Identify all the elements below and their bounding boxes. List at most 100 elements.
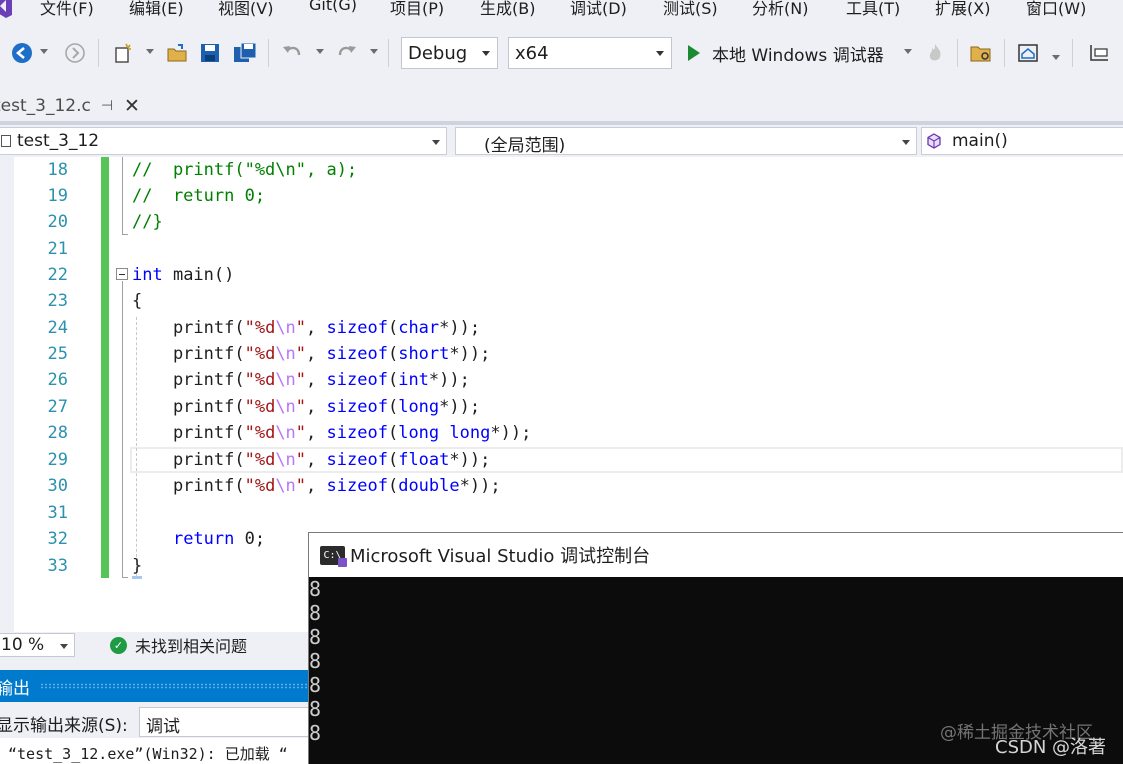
menu-edit[interactable]: 编辑(E): [129, 0, 184, 19]
line-number: 31: [47, 503, 68, 523]
undo-dropdown-icon[interactable]: [316, 49, 324, 54]
collapse-bracket: [122, 157, 128, 235]
pin-icon[interactable]: ⊣: [101, 98, 113, 114]
find-in-files-icon[interactable]: [969, 41, 993, 65]
open-folder-icon[interactable]: [166, 41, 188, 65]
visual-studio-logo-icon[interactable]: [0, 0, 14, 18]
line-number: 25: [47, 344, 68, 364]
line-number: 27: [47, 397, 68, 417]
code-line[interactable]: printf("%d\n", sizeof(long*));: [132, 397, 480, 417]
menu-analyze[interactable]: 分析(N): [752, 0, 808, 19]
method-icon: [927, 133, 941, 149]
toolbar-separator: [98, 39, 99, 67]
line-number: 18: [47, 160, 68, 180]
chevron-down-icon: [902, 140, 910, 145]
menu-debug[interactable]: 调试(D): [570, 0, 627, 19]
menu-git[interactable]: Git(G): [309, 0, 357, 14]
redo-icon[interactable]: [336, 41, 358, 65]
console-line: 8: [309, 625, 322, 649]
line-number: 32: [47, 529, 68, 549]
toolbar-grip: [1072, 39, 1073, 67]
code-line[interactable]: //}: [132, 212, 163, 232]
code-line[interactable]: printf("%d\n", sizeof(int*));: [132, 370, 470, 390]
issues-indicator[interactable]: ✓ 未找到相关问题: [110, 634, 247, 656]
chevron-down-icon: [656, 51, 664, 56]
output-source-select[interactable]: 调试: [139, 707, 314, 737]
line-number: 33: [47, 556, 68, 576]
solution-platform-select[interactable]: x64: [508, 37, 672, 69]
back-dropdown-icon[interactable]: [40, 49, 48, 54]
output-panel-header[interactable]: 输出: [0, 670, 310, 702]
member-select[interactable]: main(): [921, 127, 1123, 155]
code-line[interactable]: {: [132, 291, 142, 311]
console-line: 8: [309, 721, 322, 745]
panel-grip[interactable]: [40, 683, 310, 689]
undo-icon[interactable]: [281, 41, 303, 65]
menu-build[interactable]: 生成(B): [480, 0, 535, 19]
new-project-icon[interactable]: [112, 41, 134, 65]
hot-reload-icon[interactable]: [926, 41, 944, 65]
code-line[interactable]: // printf("%d\n", a);: [132, 160, 357, 180]
menu-file[interactable]: 文件(F): [40, 0, 94, 19]
toolbar-separator: [268, 39, 269, 67]
navigation-bar: test_3_12 (全局范围) main(): [0, 126, 1123, 156]
menu-tools[interactable]: 工具(T): [846, 0, 900, 19]
home-icon[interactable]: [1017, 41, 1039, 65]
save-icon[interactable]: [200, 41, 220, 65]
play-icon: [688, 45, 700, 61]
debug-target-dropdown-icon[interactable]: [904, 49, 912, 54]
zoom-select[interactable]: 10 %: [0, 633, 75, 657]
code-line[interactable]: return 0;: [132, 529, 265, 549]
forward-icon[interactable]: [65, 41, 85, 65]
output-toolbar: 显示输出来源(S): 调试: [0, 702, 314, 738]
start-debugging-button[interactable]: 本地 Windows 调试器: [688, 41, 884, 66]
console-line: 8: [309, 697, 322, 721]
menu-view[interactable]: 视图(V): [218, 0, 273, 19]
code-line[interactable]: }: [132, 556, 142, 576]
scope-select[interactable]: (全局范围): [455, 127, 917, 156]
scope-value: (全局范围): [484, 136, 566, 156]
project-select[interactable]: test_3_12: [0, 127, 447, 155]
save-all-icon[interactable]: [233, 41, 257, 65]
menu-project[interactable]: 项目(P): [390, 0, 444, 19]
editor-margin: [0, 157, 14, 632]
overflow-dropdown-icon[interactable]: [1052, 55, 1060, 60]
chevron-down-icon: [60, 644, 68, 649]
output-source-value: 调试: [146, 717, 180, 737]
new-dropdown-icon[interactable]: [146, 49, 154, 54]
collapse-toggle[interactable]: [116, 268, 128, 280]
code-line[interactable]: printf("%d\n", sizeof(short*));: [132, 344, 490, 364]
watermark-csdn: CSDN @洛著: [995, 737, 1107, 758]
back-icon[interactable]: [11, 41, 33, 65]
code-line[interactable]: printf("%d\n", sizeof(double*));: [132, 476, 501, 496]
editor-status-strip: 10 % ✓ 未找到相关问题: [0, 632, 310, 658]
configuration-value: Debug: [408, 43, 468, 64]
tab-test-3-12-c[interactable]: test_3_12.c ⊣ ✕: [0, 92, 151, 122]
code-line[interactable]: int main(): [132, 265, 234, 285]
output-line: “test_3_12.exe”(Win32): 已加载 “: [8, 745, 288, 763]
solution-explorer-icon[interactable]: [1088, 41, 1112, 65]
console-line: 8: [309, 601, 322, 625]
code-line[interactable]: printf("%d\n", sizeof(float*));: [132, 450, 490, 470]
redo-dropdown-icon[interactable]: [370, 49, 378, 54]
menu-test[interactable]: 测试(S): [663, 0, 718, 19]
line-number: 20: [47, 212, 68, 232]
line-number: 30: [47, 476, 68, 496]
run-label: 本地 Windows 调试器: [712, 45, 884, 66]
line-number: 19: [47, 186, 68, 206]
code-line[interactable]: printf("%d\n", sizeof(long long*));: [132, 423, 531, 443]
toolbar-separator: [1004, 39, 1005, 67]
close-icon[interactable]: ✕: [124, 95, 140, 117]
menu-window[interactable]: 窗口(W): [1026, 0, 1086, 19]
check-circle-icon: ✓: [110, 636, 127, 654]
console-line: 8: [309, 673, 322, 697]
menu-extensions[interactable]: 扩展(X): [935, 0, 990, 19]
line-number: 26: [47, 370, 68, 390]
solution-configuration-select[interactable]: Debug: [401, 37, 498, 69]
output-text-area[interactable]: “test_3_12.exe”(Win32): 已加载 “: [0, 738, 310, 764]
console-title-bar[interactable]: C:\ Microsoft Visual Studio 调试控制台: [309, 533, 1123, 577]
code-line[interactable]: // return 0;: [132, 186, 265, 206]
zoom-value: 10 %: [1, 635, 45, 655]
code-line[interactable]: printf("%d\n", sizeof(char*));: [132, 318, 480, 338]
line-number: 22: [47, 265, 68, 285]
